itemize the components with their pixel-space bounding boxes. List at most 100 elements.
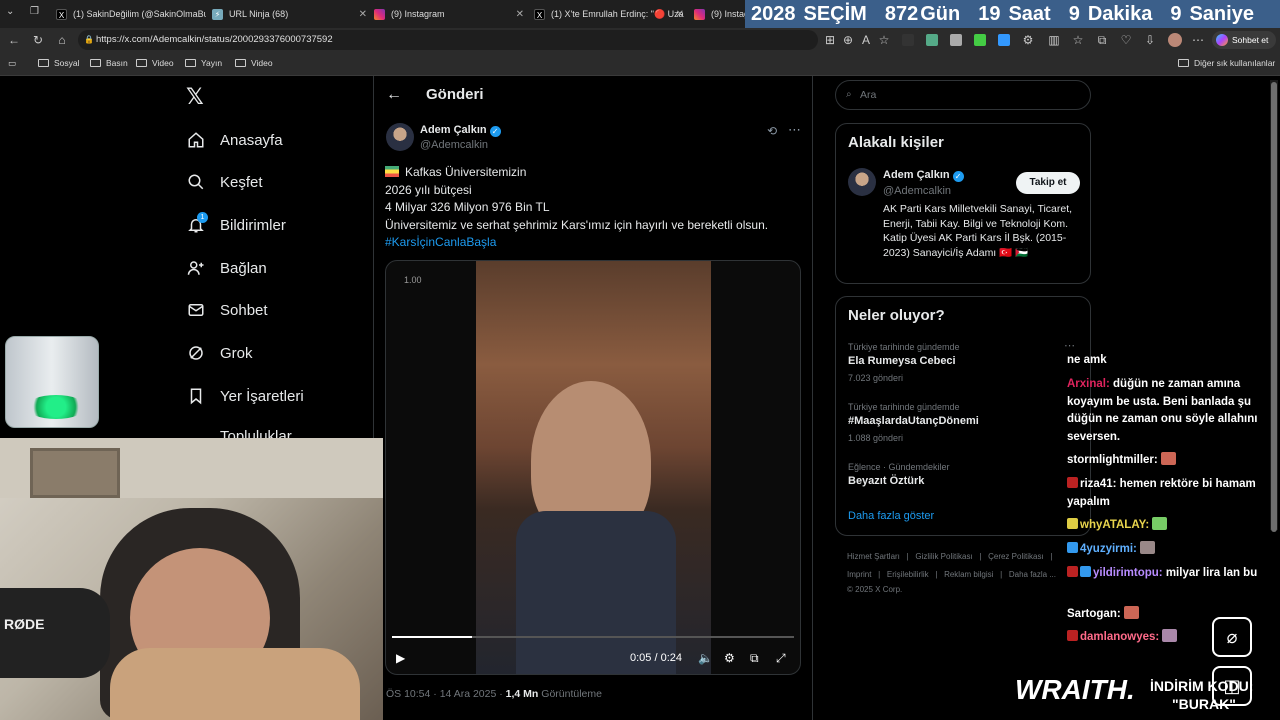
nav-grok[interactable]: Grok — [186, 343, 253, 363]
playback-speed[interactable]: 1.00 — [404, 275, 422, 285]
extension-icon[interactable] — [926, 34, 938, 46]
trend-name[interactable]: Ela Rumeysa Cebeci — [848, 355, 956, 367]
post-timestamp[interactable]: ÖS 10:54 · 14 Ara 2025 · — [386, 688, 506, 700]
footer-link[interactable]: Gizlilik Politikası — [915, 552, 972, 561]
footer-link[interactable]: Erişilebilirlik — [887, 570, 929, 579]
close-tab-icon[interactable]: ✕ — [516, 9, 524, 20]
person-handle[interactable]: @Ademcalkin — [883, 185, 951, 197]
author-name[interactable]: Adem Çalkın ✓ — [420, 124, 501, 137]
countdown-year: 2028 — [751, 2, 796, 25]
back-icon[interactable]: ← — [6, 32, 22, 48]
grok-explain-icon[interactable]: ⟲ — [767, 124, 777, 138]
avatar[interactable] — [848, 168, 876, 196]
star-icon[interactable]: ☆ — [876, 32, 892, 48]
play-icon[interactable]: ▶ — [396, 651, 405, 665]
hashtag-link[interactable]: #KarsİçinCanlaBaşla — [385, 234, 800, 252]
extension-icon[interactable] — [902, 34, 914, 46]
tab-3[interactable]: (9) Instagram ✕ — [374, 4, 524, 24]
home-icon[interactable]: ⌂ — [54, 32, 70, 48]
copilot-chat-button[interactable]: Sohbet et — [1212, 31, 1276, 49]
nav-label: Bildirimler — [220, 216, 286, 234]
nav-home[interactable]: Anasayfa — [186, 130, 283, 150]
workspaces-icon[interactable]: ❐ — [30, 6, 44, 20]
extension-icon[interactable] — [974, 34, 986, 46]
search-icon — [186, 172, 206, 192]
video-progress-bar[interactable] — [392, 636, 794, 638]
search-input[interactable]: ⌕ Ara — [835, 80, 1091, 110]
fullscreen-icon[interactable]: ⤢ — [776, 651, 786, 666]
nav-label: Bağlan — [220, 259, 267, 277]
collections-icon[interactable]: ⧉ — [1094, 32, 1110, 48]
bookmark-folder[interactable]: Yayın — [185, 58, 222, 68]
tab-5[interactable]: (9) Instag — [694, 4, 746, 24]
profile-avatar[interactable] — [1168, 33, 1182, 47]
footer-link[interactable]: Hizmet Şartları — [847, 552, 900, 561]
url-input[interactable]: 🔒 https://x.com/Ademcalkin/status/200029… — [78, 30, 818, 50]
footer-separator: | — [878, 570, 881, 579]
chat-username: Sartogan: — [1067, 608, 1121, 620]
chat-line: Arxinal: düğün ne zaman amına koyayım be… — [1067, 376, 1277, 446]
other-bookmarks[interactable]: Diğer sık kullanılanlar — [1178, 58, 1275, 68]
zoom-icon[interactable]: ⊕ — [840, 32, 856, 48]
tab-menu-icon[interactable]: ⌄ — [6, 6, 20, 20]
trend-more-icon[interactable]: ⋯ — [1064, 339, 1075, 352]
footer-link[interactable]: Reklam bilgisi — [944, 570, 993, 579]
bookmark-folder[interactable]: Sosyal — [38, 58, 80, 68]
downloads-icon[interactable]: ⇩ — [1142, 32, 1158, 48]
nav-messages[interactable]: Sohbet — [186, 300, 268, 320]
footer-link[interactable]: Çerez Politikası — [988, 552, 1044, 561]
more-icon[interactable]: ⋯ — [1190, 32, 1206, 48]
volume-icon[interactable]: 🔈 — [698, 651, 713, 665]
puzzle-icon[interactable]: ⚙ — [1020, 32, 1036, 48]
x-logo-icon[interactable]: 𝕏 — [186, 84, 204, 110]
read-aloud-icon[interactable]: A — [858, 32, 874, 48]
footer-link[interactable]: Daha fazla ... — [1009, 570, 1056, 579]
back-arrow-icon[interactable]: ← — [386, 86, 402, 104]
follow-button[interactable]: Takip et — [1016, 172, 1080, 194]
nav-connect[interactable]: Bağlan — [186, 258, 267, 278]
app-icon[interactable]: ⊞ — [822, 32, 838, 48]
nav-notifications[interactable]: 1 Bildirimler — [186, 212, 286, 235]
bell-icon: 1 — [186, 212, 208, 235]
bookmarks-bar: ▭ Sosyal Basın Video Yayın Video Diğer s… — [0, 52, 1280, 76]
more-options-icon[interactable]: ⋯ — [788, 122, 801, 138]
close-tab-icon[interactable]: ✕ — [359, 9, 367, 20]
copilot-icon — [1216, 34, 1228, 46]
trend-name[interactable]: Beyazıt Öztürk — [848, 475, 924, 487]
show-more-link[interactable]: Daha fazla göster — [848, 510, 934, 522]
chat-emote-icon — [1139, 541, 1155, 554]
heart-icon[interactable]: ♡ — [1118, 32, 1134, 48]
trend-name[interactable]: #MaaşlardaUtançDönemi — [848, 415, 979, 427]
bookmark-folder[interactable]: Video — [235, 58, 273, 68]
close-tab-icon[interactable]: ✕ — [676, 9, 684, 20]
tab-1[interactable]: X (1) SakinDeğilim (@SakinOlmaBur... — [56, 4, 206, 24]
nav-label: Anasayfa — [220, 131, 283, 149]
extension-icon[interactable] — [998, 34, 1010, 46]
settings-icon[interactable]: ⚙ — [724, 651, 735, 665]
chat-username: riza41: — [1080, 478, 1117, 490]
author-handle[interactable]: @Ademcalkin — [420, 139, 488, 151]
footer-link[interactable]: Imprint — [847, 570, 871, 579]
bookmark-folder[interactable]: Video — [136, 58, 174, 68]
avatar[interactable] — [386, 123, 414, 151]
countdown-days-unit: Gün — [920, 2, 961, 25]
split-screen-icon[interactable]: ▥ — [1046, 32, 1062, 48]
nav-explore[interactable]: Keşfet — [186, 172, 263, 192]
verified-badge-icon: ✓ — [952, 171, 964, 182]
footer-separator: | — [1000, 570, 1003, 579]
chat-username: 4yuzyirmi: — [1080, 543, 1137, 555]
nav-bookmarks[interactable]: Yer İşaretleri — [186, 386, 304, 406]
tab-2[interactable]: ⚡ URL Ninja (68) ✕ — [212, 4, 367, 24]
sidebar-toggle-icon[interactable]: ▭ — [8, 58, 16, 69]
person-name[interactable]: Adem Çalkın ✓ — [883, 169, 964, 182]
chat-emote-icon — [1162, 629, 1178, 642]
favorites-icon[interactable]: ☆ — [1070, 32, 1086, 48]
tab-4[interactable]: X (1) X'te Emrullah Erdinç: "🔴 Uzakl... … — [534, 4, 684, 24]
reload-icon[interactable]: ↻ — [30, 32, 46, 48]
bookmark-folder[interactable]: Basın — [90, 58, 128, 68]
picture-in-picture-icon[interactable]: ⧉ — [750, 651, 759, 666]
video-player[interactable]: 1.00 ▶ 0:05 / 0:24 🔈 ⚙ ⧉ ⤢ — [385, 260, 801, 675]
chat-line: riza41: hemen rektöre bi hamam yapalım — [1067, 476, 1277, 511]
tweet-line: Kafkas Üniversitemizin — [405, 165, 527, 179]
extension-icon[interactable] — [950, 34, 962, 46]
